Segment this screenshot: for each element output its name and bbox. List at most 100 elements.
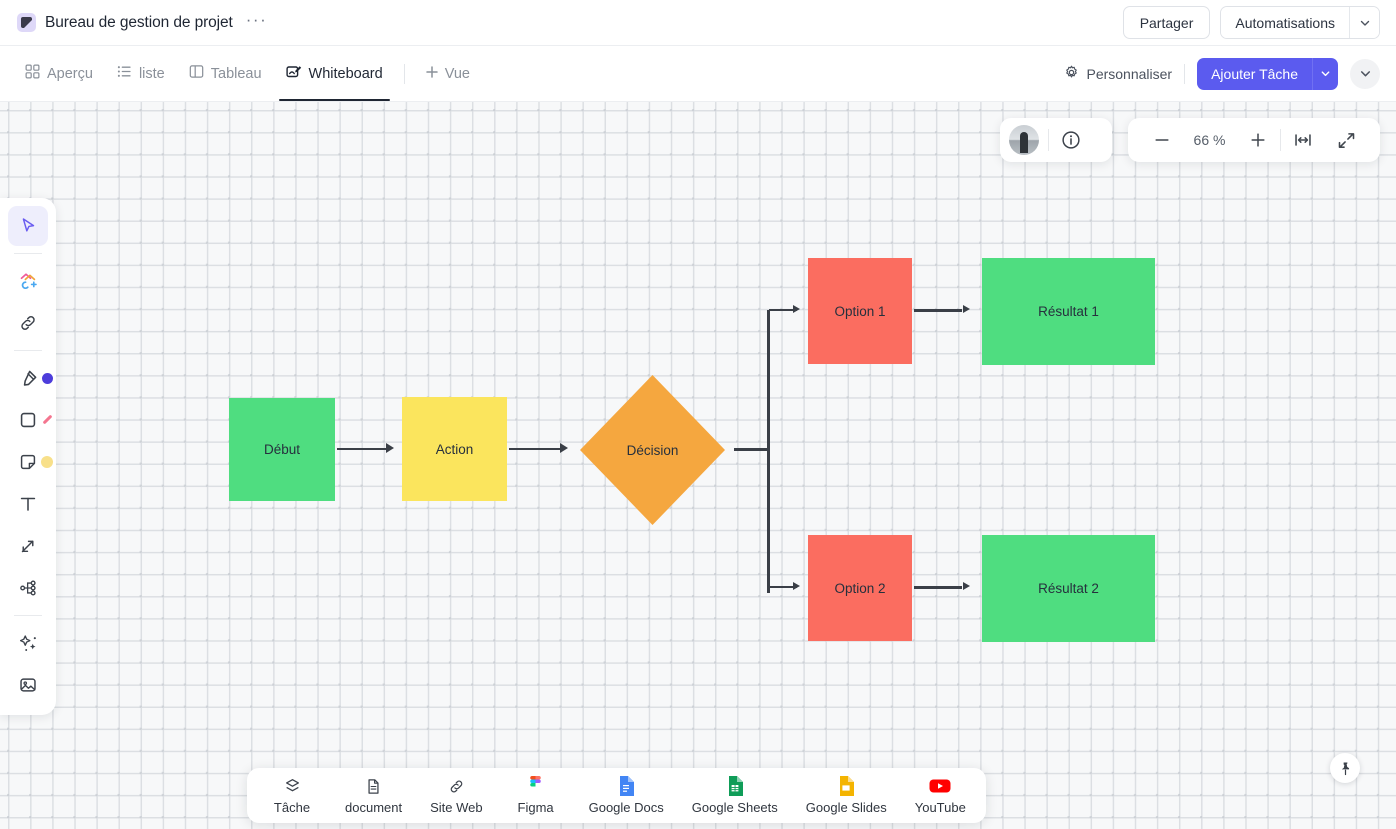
shape-node-action[interactable]: Action [402,397,507,501]
zoom-in-button[interactable] [1236,118,1280,162]
dock-item-tache[interactable]: Tâche [253,770,331,821]
tab-tableau[interactable]: Tableau [178,46,273,101]
connector-tool[interactable] [8,526,48,566]
shape-label: Option 2 [834,581,885,596]
tab-label: liste [139,66,165,82]
arrowhead-icon [793,305,800,313]
object-dock: Tâche document Site Web Figma Google Doc [247,768,986,823]
shape-label: Résultat 1 [1038,304,1099,319]
fit-width-button[interactable] [1281,118,1325,162]
shape-node-option2[interactable]: Option 2 [808,535,912,641]
connector-action-decision[interactable] [509,448,562,450]
tab-liste[interactable]: liste [106,46,176,101]
shape-label: Option 1 [834,304,885,319]
fullscreen-button[interactable] [1325,118,1369,162]
view-tabs: Aperçu liste Tableau Whiteboard [0,46,480,101]
tab-whiteboard[interactable]: Whiteboard [275,46,394,101]
customize-button[interactable]: Personnaliser [1064,65,1172,83]
dock-item-youtube[interactable]: YouTube [901,770,980,821]
hierarchy-tool[interactable] [8,568,48,608]
shape-node-resultat1[interactable]: Résultat 1 [982,258,1155,365]
dock-item-google-docs[interactable]: Google Docs [575,770,678,821]
add-task-button[interactable]: Ajouter Tâche [1197,58,1312,90]
shape-node-debut[interactable]: Début [229,398,335,501]
tab-apercu[interactable]: Aperçu [14,46,104,101]
add-task-split-button: Ajouter Tâche [1197,58,1338,90]
tool-divider [14,615,42,616]
sticky-note-tool[interactable] [8,442,48,482]
dock-item-google-sheets[interactable]: Google Sheets [678,770,792,821]
arrowhead-icon [793,582,800,590]
connector-debut-action[interactable] [337,448,389,450]
link-icon [447,776,466,796]
youtube-icon [929,776,951,796]
google-docs-icon [618,776,634,796]
document-icon [364,776,383,796]
pin-icon [1338,761,1353,776]
fit-width-icon [1292,129,1314,151]
arrowhead-icon [386,443,394,453]
page-title: Bureau de gestion de projet [45,14,233,32]
tab-bar-right: Personnaliser Ajouter Tâche [1064,58,1396,90]
whiteboard-canvas[interactable]: Début Action Décision Option 1 Résultat … [0,102,1396,829]
dock-label: Figma [518,800,554,815]
add-view-button[interactable]: Vue [415,65,480,83]
minus-icon [1152,130,1172,150]
tool-divider [14,350,42,351]
ai-magic-tool[interactable] [8,623,48,663]
dock-item-figma[interactable]: Figma [497,770,575,821]
link-tool[interactable] [8,303,48,343]
rectangle-tool[interactable] [8,400,48,440]
dock-label: Google Sheets [692,800,778,815]
add-view-label: Vue [445,66,470,82]
more-options-button[interactable]: ··· [242,12,271,34]
dock-label: Site Web [430,800,483,815]
arrowhead-icon [963,582,970,590]
rectangle-color-swatch[interactable] [43,415,53,425]
whiteboard-tool-rail [0,198,56,715]
shape-label: Résultat 2 [1038,581,1099,596]
dock-item-site-web[interactable]: Site Web [416,770,497,821]
highlighter-tool[interactable] [8,358,48,398]
gear-icon [1064,65,1079,83]
shape-node-resultat2[interactable]: Résultat 2 [982,535,1155,642]
zoom-out-button[interactable] [1140,118,1184,162]
chevron-down-icon[interactable] [1349,7,1379,38]
select-tool[interactable] [8,206,48,246]
avatar[interactable] [1009,125,1039,155]
arrowhead-icon [560,443,568,453]
connector-decision-trunk[interactable] [734,448,770,451]
pin-dock-button[interactable] [1330,753,1360,783]
connector-option1-resultat1[interactable] [914,309,962,312]
shape-node-option1[interactable]: Option 1 [808,258,912,364]
highlighter-color-swatch[interactable] [42,373,53,384]
expand-icon [1336,130,1357,151]
more-actions-chevron-down-icon[interactable] [1350,59,1380,89]
tab-label: Whiteboard [309,66,383,82]
zoom-level-value[interactable]: 66 % [1184,132,1236,148]
dock-item-google-slides[interactable]: Google Slides [792,770,901,821]
connector-trunk-vertical[interactable] [767,310,770,593]
tab-label: Aperçu [47,66,93,82]
share-button[interactable]: Partager [1123,6,1211,39]
automations-button[interactable]: Automatisations [1221,7,1349,38]
image-tool[interactable] [8,665,48,705]
dock-item-document[interactable]: document [331,770,416,821]
add-task-chevron-down-icon[interactable] [1312,58,1338,90]
title-bar-left: Bureau de gestion de projet ··· [0,12,271,34]
sticky-note-color-swatch[interactable] [41,456,53,468]
tool-divider [14,253,42,254]
text-tool[interactable] [8,484,48,524]
tab-label: Tableau [211,66,262,82]
connector-option2-resultat2[interactable] [914,586,962,589]
figma-icon [528,776,543,796]
dock-label: YouTube [915,800,966,815]
shape-node-decision[interactable]: Décision [580,375,725,525]
automations-split-button: Automatisations [1220,6,1380,39]
info-button[interactable] [1049,118,1093,162]
google-slides-icon [838,776,854,796]
shapes-tool[interactable] [8,261,48,301]
toolbar-divider [1184,64,1185,84]
shape-label: Action [436,442,474,457]
list-icon [117,64,132,83]
